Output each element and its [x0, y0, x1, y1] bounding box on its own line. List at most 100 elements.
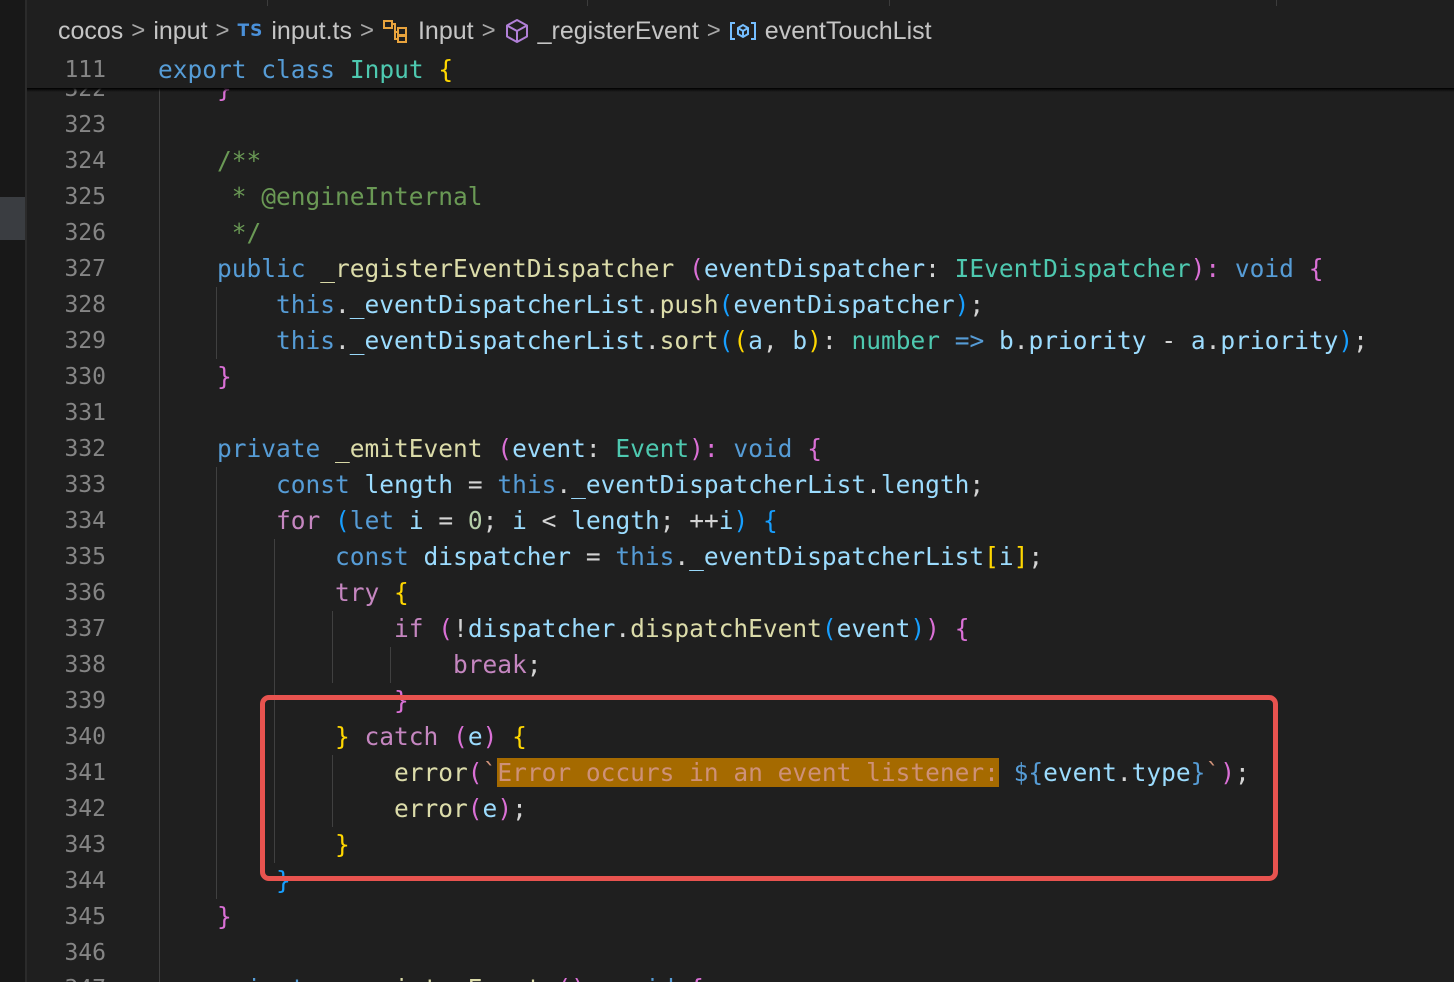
code-token: dispatchEvent — [630, 614, 822, 643]
breadcrumb-separator: > — [481, 17, 496, 44]
line-number: 339 — [64, 688, 106, 714]
code-line[interactable]: 345 } — [27, 899, 1454, 935]
breadcrumb-item-label: cocos — [58, 16, 124, 45]
code-token: */ — [231, 218, 262, 247]
code-token: const — [335, 542, 409, 571]
code-token: { — [689, 974, 704, 982]
code-line[interactable]: 346 — [27, 935, 1454, 971]
code-token: = — [453, 470, 498, 499]
code-line[interactable]: 332 private _emitEvent (event: Event): v… — [27, 431, 1454, 467]
code-line[interactable]: 333 const length = this._eventDispatcher… — [27, 467, 1454, 503]
code-token: _registerEvent — [335, 974, 542, 982]
breadcrumb-separator: > — [359, 17, 374, 44]
breadcrumb-item-label: input — [153, 16, 208, 45]
line-number: 345 — [64, 904, 106, 930]
code-token: _eventDispatcherList — [349, 326, 645, 355]
code-token: length — [880, 470, 970, 499]
code-line[interactable]: 324 /** — [27, 143, 1454, 179]
line-code: if (!dispatcher.dispatchEvent(event)) { — [158, 611, 969, 647]
breadcrumb-item[interactable]: input — [153, 17, 207, 46]
line-code: } — [158, 359, 232, 395]
code-token: a — [748, 326, 763, 355]
breadcrumb-item[interactable]: _registerEvent — [504, 17, 699, 46]
line-number: 330 — [64, 364, 106, 390]
typescript-file-icon: TS — [237, 21, 264, 41]
code-token: Event — [615, 434, 690, 463]
code-line[interactable]: 330 } — [27, 359, 1454, 395]
code-token: } — [217, 902, 232, 931]
line-code: const dispatcher = this._eventDispatcher… — [158, 539, 1043, 575]
code-token: _eventDispatcherList — [689, 542, 985, 571]
code-token: b — [792, 326, 808, 355]
code-token: ): — [1190, 254, 1235, 283]
code-token: ; — [969, 290, 985, 319]
code-token: . — [1013, 326, 1029, 355]
breadcrumb-item-label: eventTouchList — [764, 16, 932, 45]
code-line[interactable]: 327 public _registerEventDispatcher (eve… — [27, 251, 1454, 287]
code-token: . — [335, 290, 350, 319]
code-line[interactable]: 328 this._eventDispatcherList.push(event… — [27, 287, 1454, 323]
code-token: eventDispatcher — [733, 290, 955, 319]
line-code: this._eventDispatcherList.push(eventDisp… — [158, 287, 984, 323]
code-token: _registerEventDispatcher — [320, 254, 675, 283]
code-token: /** — [217, 146, 262, 175]
code-token: length — [364, 470, 454, 499]
code-line[interactable]: 338 break; — [27, 647, 1454, 683]
code-line[interactable]: 337 if (!dispatcher.dispatchEvent(event)… — [27, 611, 1454, 647]
code-token: i — [408, 506, 424, 535]
code-token: ; — [526, 650, 542, 679]
code-token: sort — [659, 326, 719, 355]
code-token: event — [836, 614, 911, 643]
code-token: void — [615, 974, 674, 982]
breadcrumb-item[interactable]: cocos — [58, 17, 123, 46]
code-token: ( — [718, 290, 734, 319]
code-line[interactable]: 323 — [27, 107, 1454, 143]
code-token: . — [1205, 326, 1221, 355]
code-line[interactable]: 326 */ — [27, 215, 1454, 251]
code-line[interactable]: 325 * @engineInternal — [27, 179, 1454, 215]
breadcrumb-item[interactable]: Input — [382, 17, 474, 46]
code-token: eventDispatcher — [703, 254, 926, 283]
sticky-scroll-header[interactable]: 111 export class Input { — [27, 52, 1454, 88]
line-number: 338 — [64, 652, 106, 678]
code-token: => — [954, 326, 985, 355]
code-line[interactable]: 329 this._eventDispatcherList.sort((a, b… — [27, 323, 1454, 359]
method-cube-icon — [504, 18, 530, 44]
line-number: 342 — [64, 796, 106, 822]
code-line[interactable]: 347 private _registerEvent (): void { — [27, 971, 1454, 982]
line-number: 329 — [64, 328, 106, 354]
breadcrumb-item[interactable]: TS input.ts — [238, 17, 352, 46]
breadcrumb-item[interactable]: eventTouchList — [729, 17, 932, 46]
code-token: } — [217, 362, 232, 391]
breadcrumb-item-label: input.ts — [271, 16, 352, 45]
code-token: ( — [497, 434, 513, 463]
code-token: . — [674, 542, 690, 571]
breadcrumb: cocos > input > TS input.ts > Input > _registerEv… — [58, 13, 932, 49]
line-number: 344 — [64, 868, 106, 894]
code-token: ) — [733, 506, 749, 535]
code-line[interactable]: 336 try { — [27, 575, 1454, 611]
code-token: () — [556, 974, 586, 982]
tab-bar-remnant — [27, 0, 1277, 6]
code-token: push — [659, 290, 719, 319]
code-token: priority — [1220, 326, 1339, 355]
code-line[interactable]: 334 for (let i = 0; i < length; ++i) { — [27, 503, 1454, 539]
code-token: this — [497, 470, 557, 499]
code-token: : — [925, 254, 955, 283]
code-token: if — [394, 614, 424, 643]
code-token: , — [762, 326, 793, 355]
code-line[interactable]: 331 — [27, 395, 1454, 431]
code-line[interactable]: 335 const dispatcher = this._eventDispat… — [27, 539, 1454, 575]
line-number: 340 — [64, 724, 106, 750]
code-token: ) — [807, 326, 822, 355]
code-token: let — [349, 506, 395, 535]
code-token: ) — [1338, 326, 1354, 355]
code-token: { — [954, 614, 970, 643]
code-token: { — [1308, 254, 1324, 283]
